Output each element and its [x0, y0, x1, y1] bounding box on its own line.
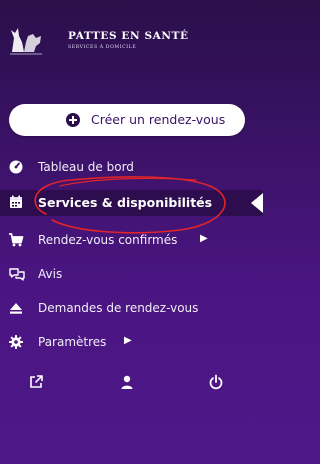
active-indicator [251, 193, 263, 213]
sidebar-item-label: Tableau de bord [38, 160, 134, 174]
submenu-caret-icon[interactable]: ▶ [124, 335, 132, 346]
eject-icon [8, 300, 24, 316]
sidebar-item-label: Services & disponibilités [38, 195, 213, 210]
dashboard-gauge-icon [8, 159, 24, 175]
submenu-caret-icon[interactable]: ▶ [200, 233, 208, 244]
sidebar-item-label: Rendez-vous confirmés [38, 233, 178, 247]
create-appointment-label: Créer un rendez-vous [91, 112, 226, 127]
external-link-icon[interactable] [28, 374, 44, 390]
sidebar-item-reviews[interactable]: Avis [0, 262, 263, 288]
gear-icon [8, 334, 24, 350]
brand-subtitle: SERVICES À DOMICILE [68, 45, 137, 50]
sidebar-item-appointment-requests[interactable]: Demandes de rendez-vous [0, 296, 263, 322]
sidebar-footer-actions [0, 372, 263, 396]
create-appointment-button[interactable]: Créer un rendez-vous [9, 104, 245, 136]
sidebar-item-services[interactable]: Services & disponibilités [0, 190, 263, 216]
power-icon[interactable] [208, 374, 224, 390]
sidebar-item-confirmed-appointments[interactable]: Rendez-vous confirmés ▶ [0, 228, 263, 254]
cart-icon [8, 232, 24, 248]
sidebar-item-label: Avis [38, 267, 63, 281]
sidebar-item-dashboard[interactable]: Tableau de bord [0, 155, 263, 181]
calendar-icon [8, 194, 24, 210]
brand-title: PATTES EN SANTÉ [68, 30, 189, 42]
plus-circle-icon [66, 113, 80, 127]
sidebar-item-settings[interactable]: Paramètres ▶ [0, 330, 263, 356]
chat-bubbles-icon [8, 266, 25, 282]
sidebar-item-label: Demandes de rendez-vous [38, 301, 199, 315]
sidebar-item-label: Paramètres [38, 335, 107, 349]
brand-logo[interactable]: PATTES EN SANTÉ SERVICES À DOMICILE [6, 18, 226, 58]
cat-dog-logo-icon [6, 18, 46, 58]
user-icon[interactable] [119, 374, 135, 390]
